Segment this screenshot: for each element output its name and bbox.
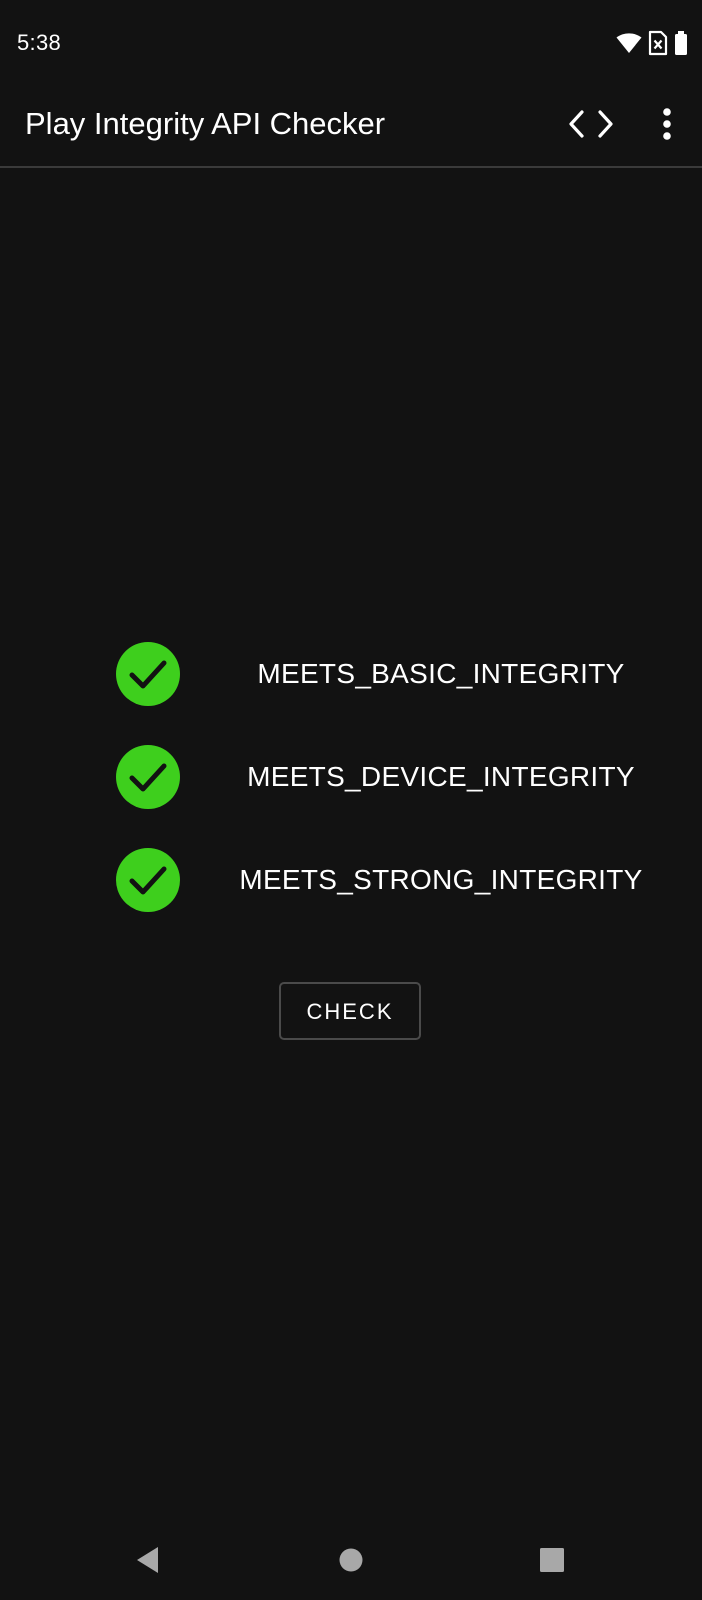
sim-card-icon [648,30,668,56]
status-time: 5:38 [17,30,62,55]
battery-icon [675,31,687,55]
wifi-icon [616,33,642,53]
back-icon[interactable] [128,1540,168,1580]
recents-icon[interactable] [532,1540,572,1580]
code-icon[interactable] [568,104,614,144]
check-label-device: MEETS_DEVICE_INTEGRITY [247,761,635,792]
check-row-device: MEETS_DEVICE_INTEGRITY [0,743,702,811]
more-vert-icon[interactable] [652,104,682,144]
status-bar: 5:38 [0,0,702,84]
check-row-strong: MEETS_STRONG_INTEGRITY [0,846,702,914]
app-bar: Play Integrity API Checker [0,84,702,168]
check-label-strong: MEETS_STRONG_INTEGRITY [239,864,643,895]
status-icons [616,30,688,56]
check-circle-icon [116,642,180,706]
check-row-basic: MEETS_BASIC_INTEGRITY [0,640,702,708]
check-label-basic: MEETS_BASIC_INTEGRITY [257,658,625,689]
check-circle-icon [116,745,180,809]
navigation-bar [0,1520,702,1600]
home-icon[interactable] [331,1540,371,1580]
check-button[interactable]: CHECK [279,982,421,1040]
check-circle-icon [116,848,180,912]
app-title: Play Integrity API Checker [25,106,386,141]
